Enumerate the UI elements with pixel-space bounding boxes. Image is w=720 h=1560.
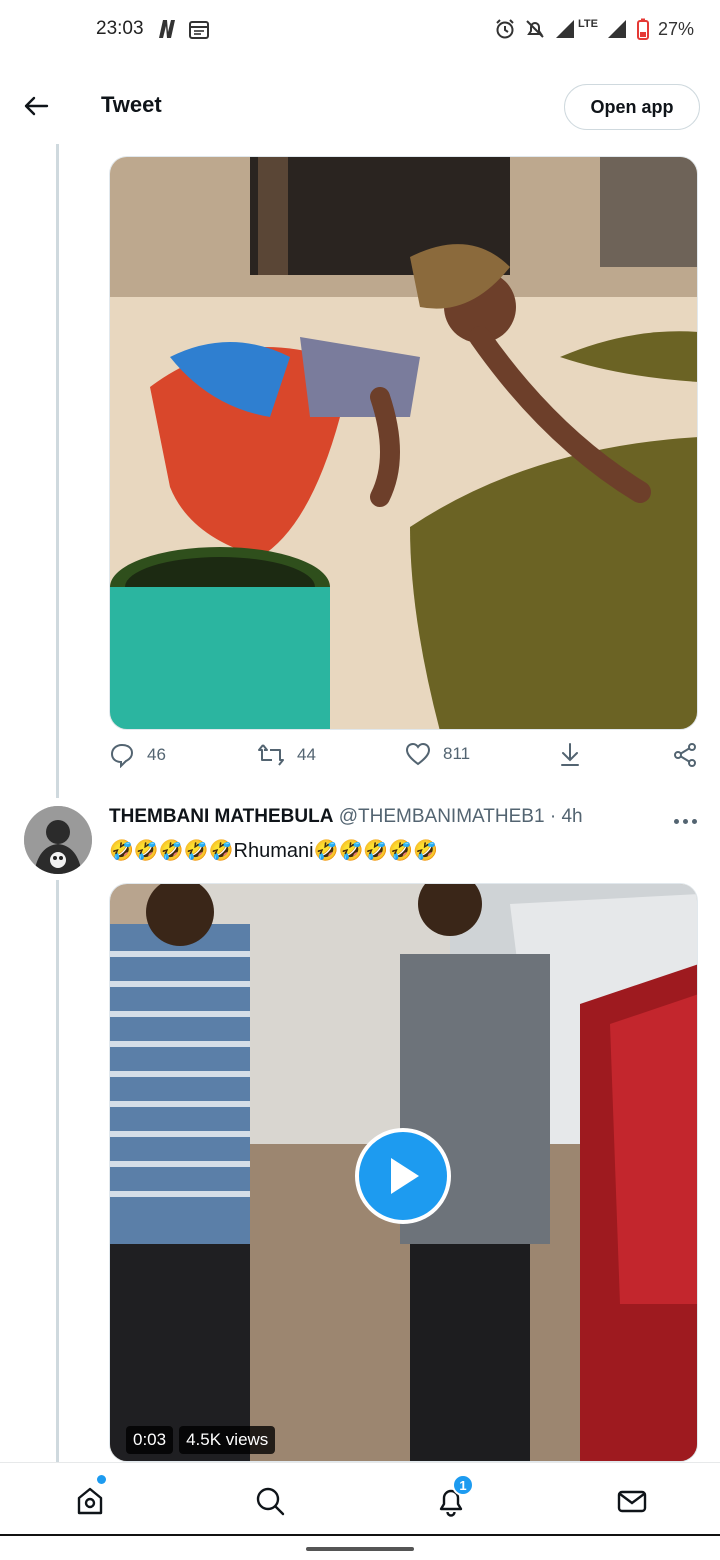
tweet-text: 🤣🤣🤣🤣🤣Rhumani🤣🤣🤣🤣🤣: [109, 840, 439, 862]
signal-icon: [556, 20, 574, 38]
header: Tweet Open app: [0, 70, 720, 142]
status-left-icons: [156, 18, 210, 40]
mail-icon: [617, 1490, 647, 1513]
reply-icon: [110, 743, 134, 768]
battery-percentage: 27%: [657, 18, 694, 39]
back-button[interactable]: [18, 88, 54, 124]
avatar[interactable]: [24, 806, 92, 874]
tweet-header: THEMBANI MATHEBULA @THEMBANIMATHEB1 · 4h: [109, 806, 583, 828]
more-dot-icon: [682, 818, 688, 824]
home-new-indicator: [97, 1475, 106, 1484]
status-right-icons: LTE 27%: [494, 18, 694, 40]
retweet-button[interactable]: 44: [257, 742, 316, 768]
mute-icon: [526, 20, 544, 38]
page-title: Tweet: [101, 92, 162, 117]
heart-icon: [405, 742, 431, 766]
reply-count: 46: [147, 745, 166, 764]
download-icon: [561, 743, 579, 766]
like-count: 811: [443, 744, 471, 763]
nav-messages[interactable]: [612, 1481, 652, 1521]
retweet-count: 44: [297, 745, 316, 764]
alarm-icon: [496, 19, 514, 39]
notification-badge: 1: [452, 1474, 474, 1496]
share-icon: [674, 743, 696, 767]
thread-line: [56, 144, 59, 798]
retweet-icon: [258, 744, 284, 766]
network-type: LTE: [578, 18, 598, 30]
header-separator: ·: [549, 806, 557, 827]
photo-content: [110, 157, 697, 729]
open-app-button[interactable]: Open app: [564, 84, 700, 130]
share-button[interactable]: [672, 742, 698, 768]
tweet-actions: 46 44 811: [109, 742, 705, 782]
download-button[interactable]: [558, 742, 582, 768]
like-button[interactable]: 811: [405, 742, 470, 766]
battery-icon: [636, 18, 649, 40]
author-name[interactable]: THEMBANI MATHEBULA: [109, 806, 333, 827]
video-info: 0:03 4.5K views: [126, 1426, 276, 1454]
more-dot-icon: [673, 818, 679, 824]
tweet-photo[interactable]: [109, 156, 698, 730]
play-icon: [391, 1158, 419, 1194]
author-handle[interactable]: @THEMBANIMATHEB1: [339, 806, 545, 827]
avatar-image: [24, 806, 92, 874]
netflix-n-icon: [159, 20, 175, 38]
calendar-icon: [189, 21, 209, 39]
nav-home[interactable]: [70, 1481, 110, 1521]
video-views: 4.5K views: [179, 1426, 276, 1454]
bottom-nav: [0, 1462, 720, 1534]
nav-search[interactable]: [250, 1481, 290, 1521]
tweet-time[interactable]: 4h: [561, 806, 582, 827]
video-duration: 0:03: [126, 1426, 174, 1454]
play-button[interactable]: [355, 1128, 451, 1224]
status-time: 23:03: [96, 18, 144, 39]
thread-line-2: [56, 880, 59, 1462]
home-icon: [77, 1487, 103, 1515]
gesture-bar[interactable]: [306, 1547, 414, 1551]
more-dot-icon: [691, 818, 697, 824]
more-options-button[interactable]: [668, 808, 702, 834]
reply-button[interactable]: 46: [109, 742, 166, 768]
arrow-left-icon: [24, 96, 49, 116]
status-bar: 23:03 LTE 27%: [0, 0, 720, 60]
search-icon: [256, 1487, 285, 1516]
nav-separator: [0, 1534, 720, 1536]
signal-icon-2: [607, 20, 626, 38]
